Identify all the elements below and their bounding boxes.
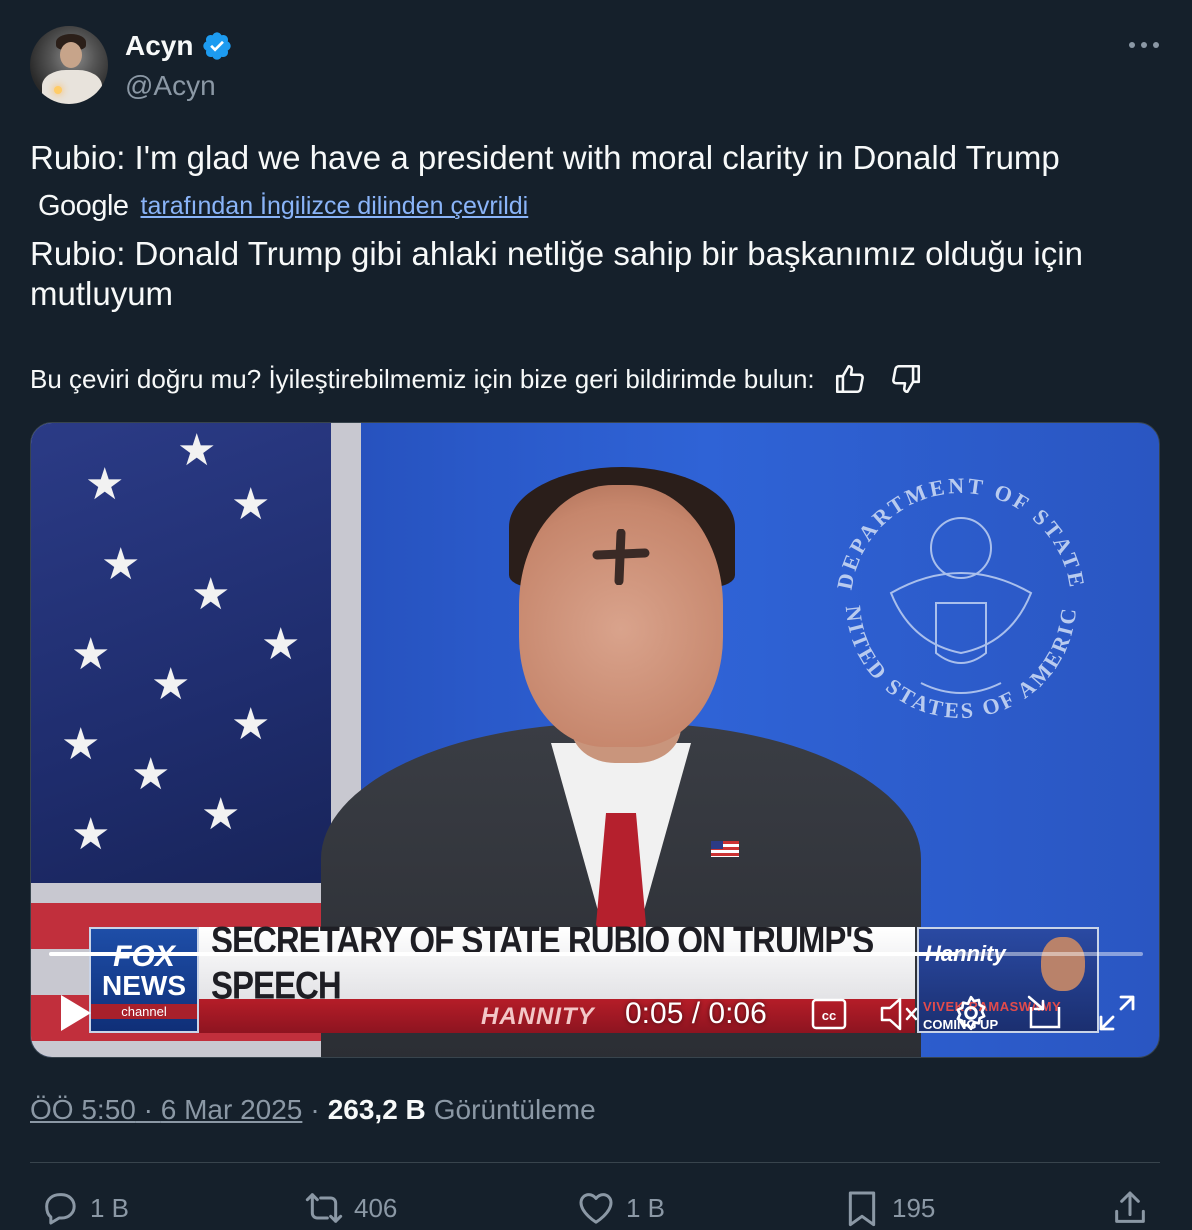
fox-news-logo: FOX NEWS channel	[89, 927, 199, 1033]
display-name[interactable]: Acyn	[125, 30, 193, 62]
captions-icon[interactable]: cc	[811, 997, 847, 1031]
retweet-button[interactable]: 406	[304, 1188, 397, 1228]
translated-text: Rubio: Donald Trump gibi ahlaki netliğe …	[30, 235, 1083, 312]
like-button[interactable]: 1 B	[576, 1188, 665, 1228]
divider	[30, 1162, 1160, 1163]
fullscreen-icon[interactable]	[1097, 993, 1137, 1033]
bookmark-icon	[848, 1191, 876, 1227]
volume-muted-icon[interactable]	[879, 995, 921, 1033]
like-icon	[579, 1193, 613, 1224]
flag-lapel-pin	[711, 841, 739, 857]
like-count: 1 B	[626, 1192, 666, 1223]
translation-source-link[interactable]: tarafından İngilizce dilinden çevrildi	[141, 192, 529, 221]
retweet-icon	[305, 1193, 343, 1223]
reply-icon	[45, 1193, 76, 1225]
share-button[interactable]	[1110, 1188, 1150, 1228]
picture-in-picture-icon[interactable]	[1025, 993, 1065, 1033]
settings-icon[interactable]	[951, 993, 991, 1033]
views-label: Görüntüleme	[433, 1094, 596, 1125]
translation-attribution: Google tarafından İngilizce dilinden çev…	[38, 190, 528, 223]
department-of-state-seal: DEPARTMENT OF STATE UNITED STATES OF AME…	[811, 453, 1087, 723]
time-display: 0:05 / 0:06	[625, 997, 767, 1030]
chyron-headline-bar: SECRETARY OF STATE RUBIO ON TRUMP'S SPEE…	[199, 918, 915, 1007]
bookmark-count: 195	[892, 1192, 936, 1223]
video-player[interactable]: ★ ★ ★ ★ ★ ★ ★ ★ ★ ★ ★ ★ ★ DEPARTMENT OF …	[30, 422, 1160, 1058]
chyron-show-name: HANNITY	[481, 1003, 595, 1030]
translation-feedback: Bu çeviri doğru mu? İyileştirebilmemiz i…	[30, 362, 923, 396]
progress-bar[interactable]	[49, 952, 1143, 956]
svg-text:cc: cc	[822, 1008, 836, 1023]
action-bar: 1 B 406 1 B 195	[0, 1188, 1192, 1230]
reply-button[interactable]: 1 B	[40, 1188, 129, 1228]
more-icon[interactable]	[1124, 30, 1164, 60]
share-icon	[1115, 1191, 1145, 1223]
google-logo: Google	[38, 190, 129, 222]
handle[interactable]: @Acyn	[125, 70, 216, 102]
tweet-text: Rubio: I'm glad we have a president with…	[30, 139, 1060, 176]
reply-count: 1 B	[90, 1192, 130, 1223]
thumbs-up-icon[interactable]	[833, 362, 867, 396]
tweet-meta: ÖÖ 5:50 · 6 Mar 2025 · 263,2 B Görüntüle…	[30, 1094, 596, 1126]
progress-fill	[49, 952, 958, 956]
speaker-face	[519, 485, 723, 747]
promo-box: Hannity VIVEK RAMASWAMY COMING UP	[917, 927, 1099, 1033]
tweet-date-sep[interactable]: ·	[136, 1094, 161, 1126]
author-name-row: Acyn	[125, 30, 233, 62]
thumbs-down-icon[interactable]	[889, 362, 923, 396]
retweet-count: 406	[354, 1192, 398, 1223]
tweet-date[interactable]: 6 Mar 2025	[161, 1094, 303, 1126]
chyron-headline: SECRETARY OF STATE RUBIO ON TRUMP'S SPEE…	[211, 918, 874, 1007]
tweet-time[interactable]: ÖÖ 5:50	[30, 1094, 136, 1126]
feedback-prompt: Bu çeviri doğru mu? İyileştirebilmemiz i…	[30, 363, 815, 394]
play-icon[interactable]	[57, 993, 93, 1033]
ash-cross	[592, 529, 650, 585]
tweet: Acyn @Acyn Rubio: I'm glad we have a pre…	[0, 0, 1192, 1230]
verified-badge-icon	[203, 32, 232, 60]
views-count: 263,2 B	[327, 1094, 426, 1125]
bookmark-button[interactable]: 195	[842, 1188, 935, 1228]
avatar[interactable]	[30, 26, 108, 104]
